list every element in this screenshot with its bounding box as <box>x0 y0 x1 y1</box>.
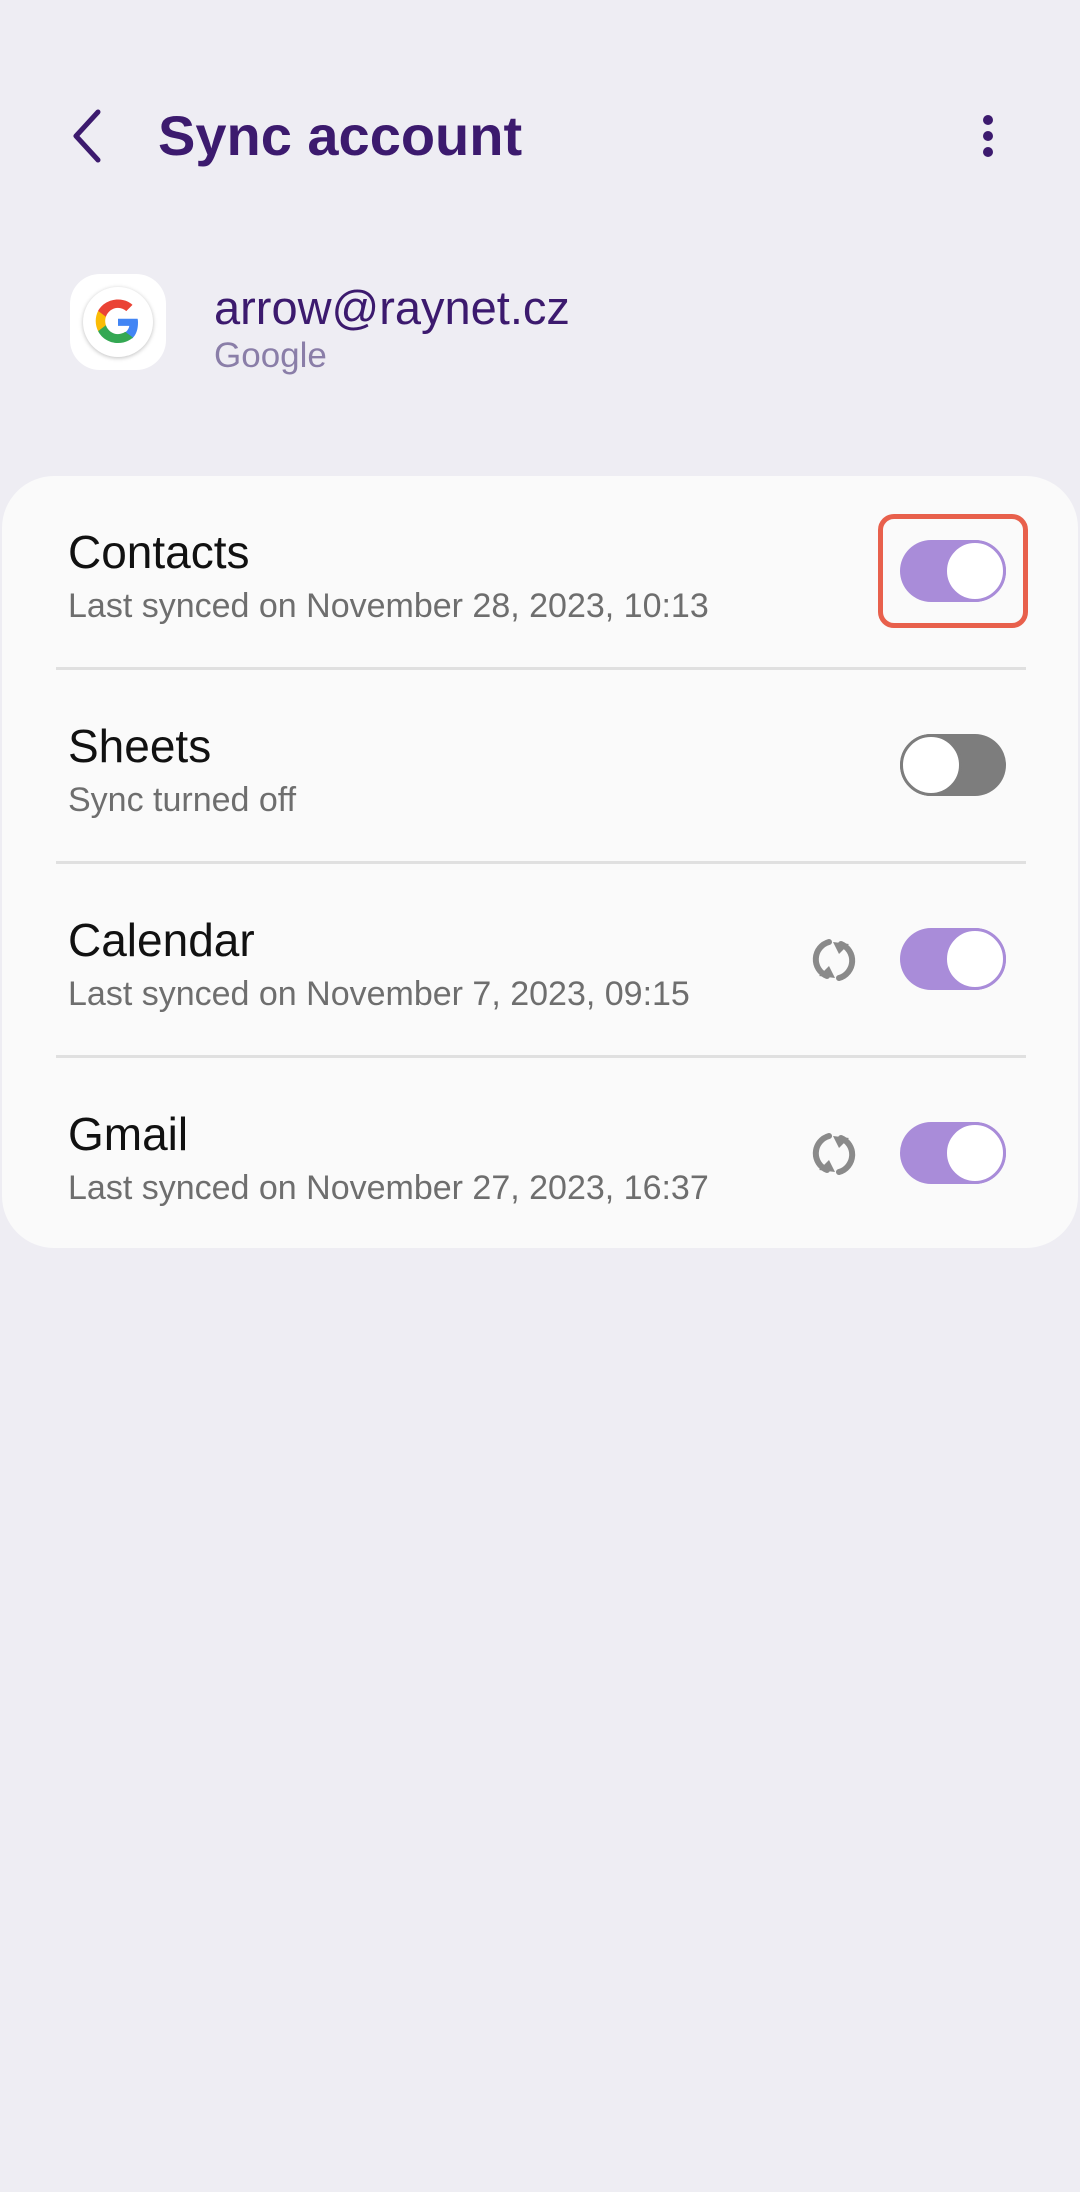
toggle-knob <box>944 928 1006 990</box>
sync-item-title: Calendar <box>68 914 255 966</box>
more-options-button[interactable] <box>948 96 1028 176</box>
sync-item-calendar[interactable]: Calendar Last synced on November 7, 2023… <box>2 864 1078 1057</box>
account-header: arrow@raynet.cz Google <box>0 270 1080 450</box>
account-provider: Google <box>214 336 327 375</box>
toggle-knob <box>944 540 1006 602</box>
sheets-sync-toggle[interactable] <box>900 734 1006 796</box>
gmail-sync-toggle[interactable] <box>900 1122 1006 1184</box>
sync-icon[interactable] <box>804 930 864 990</box>
contacts-sync-toggle[interactable] <box>900 540 1006 602</box>
sync-item-subtitle: Last synced on November 27, 2023, 16:37 <box>68 1169 709 1207</box>
more-vertical-icon <box>983 115 993 157</box>
sync-item-contacts[interactable]: Contacts Last synced on November 28, 202… <box>2 476 1078 669</box>
sync-item-title: Sheets <box>68 720 212 772</box>
toggle-knob <box>900 734 962 796</box>
toggle-knob <box>944 1122 1006 1184</box>
google-logo-icon <box>70 274 166 370</box>
back-button[interactable] <box>48 96 128 176</box>
sync-item-subtitle: Last synced on November 28, 2023, 10:13 <box>68 587 709 625</box>
sync-item-subtitle: Last synced on November 7, 2023, 09:15 <box>68 975 690 1013</box>
sync-item-sheets[interactable]: Sheets Sync turned off <box>2 670 1078 863</box>
sync-item-subtitle: Sync turned off <box>68 781 297 819</box>
sync-icon[interactable] <box>804 1124 864 1184</box>
chevron-left-icon <box>73 109 101 163</box>
page-title: Sync account <box>158 104 523 167</box>
sync-item-gmail[interactable]: Gmail Last synced on November 27, 2023, … <box>2 1058 1078 1251</box>
sync-item-title: Contacts <box>68 526 250 578</box>
account-email: arrow@raynet.cz <box>214 281 570 334</box>
app-bar: Sync account <box>0 0 1080 270</box>
sync-items-card: Contacts Last synced on November 28, 202… <box>2 476 1078 1248</box>
sync-item-title: Gmail <box>68 1108 189 1160</box>
calendar-sync-toggle[interactable] <box>900 928 1006 990</box>
